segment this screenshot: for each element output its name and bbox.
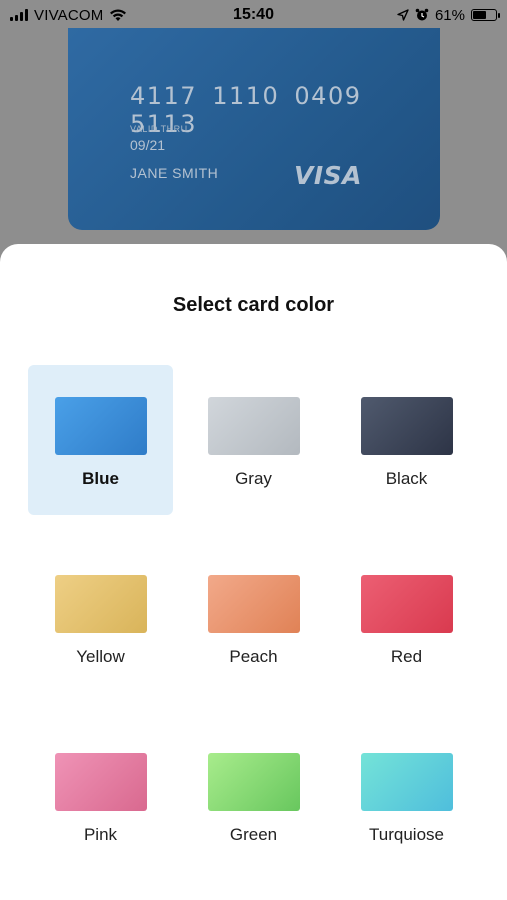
color-swatch [55, 753, 147, 811]
alarm-icon [415, 8, 429, 21]
color-swatch [208, 397, 300, 455]
expiry-date: 09/21 [130, 137, 166, 153]
color-option-gray[interactable]: Gray [181, 365, 326, 515]
color-option-blue[interactable]: Blue [28, 365, 173, 515]
cardholder-name: JANE SMITH [130, 165, 219, 181]
color-option-turquoise[interactable]: Turquiose [334, 721, 479, 871]
color-option-yellow[interactable]: Yellow [28, 543, 173, 693]
color-label: Turquiose [369, 825, 444, 844]
color-label: Yellow [76, 647, 125, 666]
color-option-black[interactable]: Black [334, 365, 479, 515]
signal-icon [10, 9, 28, 21]
color-label: Peach [229, 647, 278, 666]
color-label: Black [385, 469, 428, 488]
valid-thru-label: VALID THRU [130, 124, 188, 134]
color-swatch [361, 753, 453, 811]
color-swatch [361, 575, 453, 633]
color-label: Green [229, 825, 278, 844]
color-swatch [55, 397, 147, 455]
color-label: Blue [82, 469, 119, 488]
color-swatch [208, 753, 300, 811]
color-label: Gray [235, 469, 272, 488]
color-picker-sheet: Select card color Blue Gray Black Yellow… [0, 244, 507, 900]
battery-percent: 61% [434, 6, 465, 24]
battery-fill [473, 11, 487, 19]
clock: 15:40 [233, 6, 274, 23]
battery-icon [471, 9, 500, 21]
color-label: Red [390, 647, 423, 666]
color-option-red[interactable]: Red [334, 543, 479, 693]
sheet-title: Select card color [172, 294, 335, 316]
color-swatch [208, 575, 300, 633]
status-right: 61% [397, 6, 500, 24]
color-swatch [361, 397, 453, 455]
card-preview: 4117 1110 0409 5113 VALID THRU 09/21 JAN… [68, 28, 440, 230]
color-option-peach[interactable]: Peach [181, 543, 326, 693]
color-option-green[interactable]: Green [181, 721, 326, 871]
location-icon [397, 9, 409, 21]
status-bar: VIVACOM 15:40 61% [0, 0, 507, 30]
color-swatch [55, 575, 147, 633]
visa-logo: VISA [294, 161, 363, 190]
color-option-pink[interactable]: Pink [28, 721, 173, 871]
carrier-name: VIVACOM [34, 6, 104, 24]
wifi-icon [110, 8, 127, 21]
color-label: Pink [83, 825, 118, 844]
status-left: VIVACOM [10, 7, 127, 24]
